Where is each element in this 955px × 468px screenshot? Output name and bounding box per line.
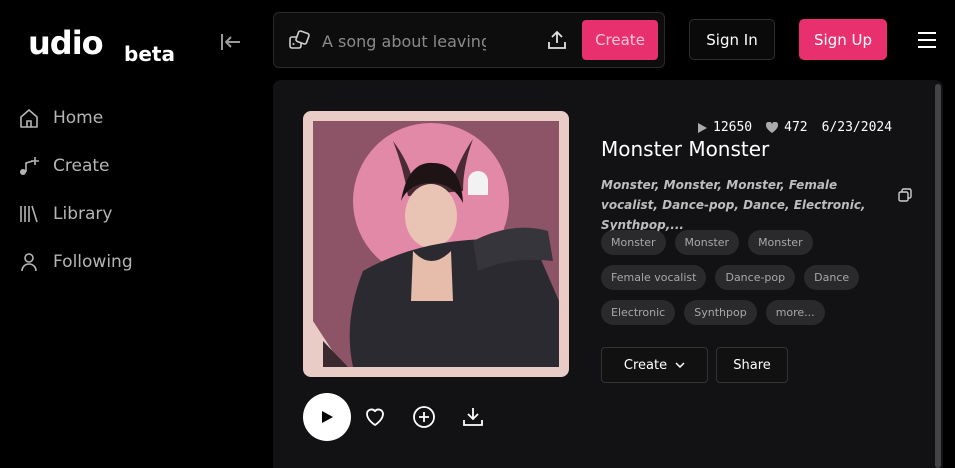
share-button[interactable]: Share [716,347,788,383]
song-title: Monster Monster [601,137,770,161]
sign-in-button[interactable]: Sign In [689,19,775,60]
play-button[interactable] [303,393,351,441]
song-description: Monster, Monster, Monster, Female vocali… [601,178,866,232]
heart-icon[interactable] [363,405,387,429]
plays-count: 12650 [713,120,753,135]
likes-stat: 472 [766,120,808,135]
plays-stat: 12650 [697,120,752,135]
prompt-bar: Create [273,12,665,68]
cover-artwork-image [313,121,559,367]
tag-chip[interactable]: Monster [748,230,813,255]
sidebar-item-following[interactable]: Following [18,248,133,276]
scrollbar[interactable] [935,84,941,468]
dice-icon[interactable] [288,30,310,52]
tag-chip[interactable]: Electronic [601,300,676,325]
tag-chip[interactable]: Monster [601,230,666,255]
tag-chip[interactable]: Monster [674,230,740,255]
song-create-label: Create [623,357,668,373]
play-count-icon [698,122,707,133]
user-icon [21,253,37,272]
hamburger-menu-icon[interactable] [917,31,937,49]
logo-beta-label: beta [124,42,175,66]
sidebar-item-create[interactable]: Create [18,152,110,180]
sidebar-item-label: Following [53,252,133,272]
sidebar-item-label: Home [53,108,104,128]
song-stats: 12650 472 6/23/2024 [697,120,906,135]
home-icon [20,109,38,128]
music-plus-icon [20,157,39,175]
sign-up-button[interactable]: Sign Up [799,19,887,60]
tag-list: Monster Monster Monster Female vocalist … [601,230,901,335]
logo-wordmark: udio [28,24,104,62]
sidebar-item-label: Create [53,156,110,176]
tag-chip[interactable]: Dance-pop [715,265,796,290]
tag-chip[interactable]: Female vocalist [601,265,707,290]
release-date: 6/23/2024 [821,120,893,135]
play-icon [322,411,333,423]
tag-chip[interactable]: Synthpop [684,300,757,325]
upload-icon[interactable] [546,29,568,51]
tag-chip[interactable]: Dance [804,265,860,290]
copy-icon[interactable] [897,187,913,203]
sidebar-item-home[interactable]: Home [18,104,103,132]
more-tags-chip[interactable]: more... [765,300,825,325]
likes-count: 472 [784,120,808,135]
like-count-icon [766,122,779,133]
create-button[interactable]: Create [582,20,658,60]
date-stat: 6/23/2024 [822,120,892,135]
library-icon [20,205,38,223]
song-create-dropdown-button[interactable]: Create [601,347,708,383]
chevron-down-icon [675,362,685,368]
sidebar-item-library[interactable]: Library [18,200,112,228]
download-icon[interactable] [461,405,485,429]
sidebar-item-label: Library [53,204,113,224]
collapse-sidebar-icon[interactable] [220,32,242,52]
album-cover[interactable] [303,111,569,377]
add-circle-icon[interactable] [412,405,436,429]
prompt-input[interactable] [322,28,486,54]
